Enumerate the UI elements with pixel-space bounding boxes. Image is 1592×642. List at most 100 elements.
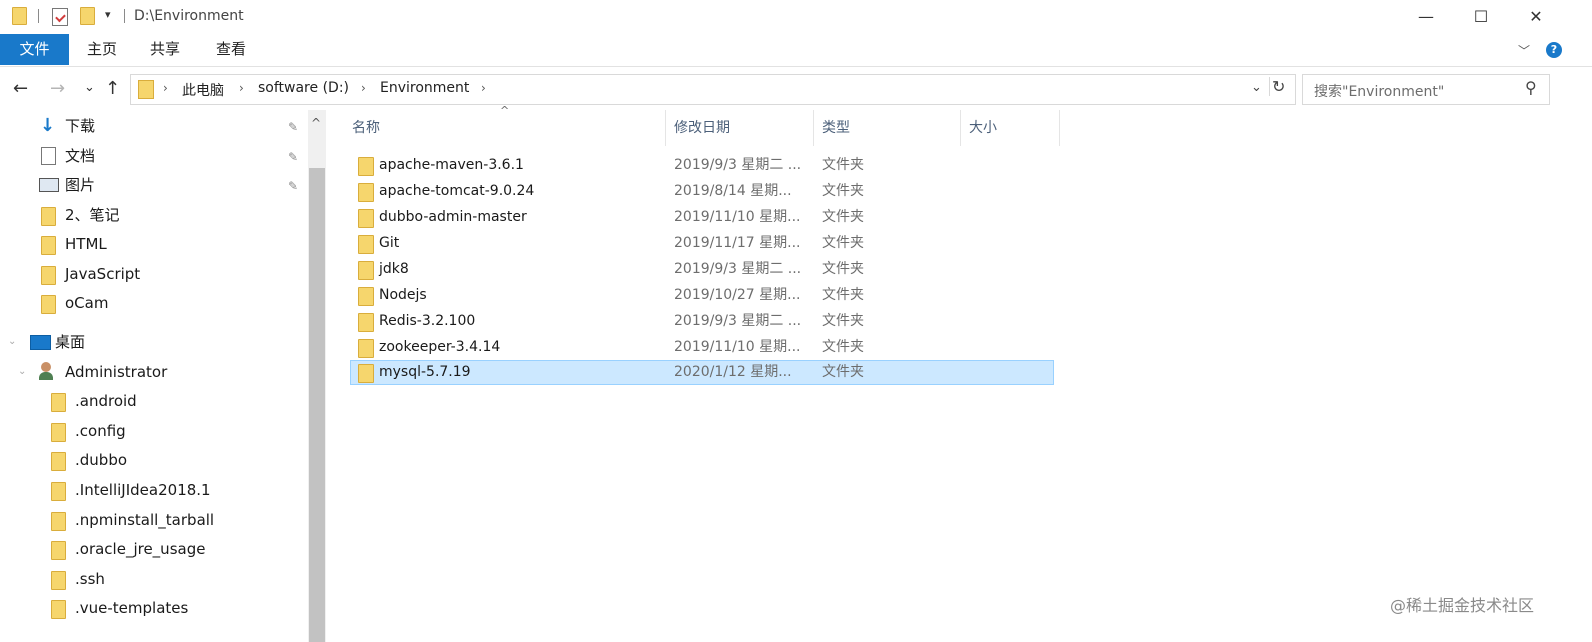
folder-icon: [358, 364, 374, 383]
breadcrumb-environment[interactable]: Environment: [380, 80, 469, 96]
file-name: dubbo-admin-master: [379, 209, 527, 225]
folder-icon: [358, 157, 374, 176]
column-divider[interactable]: [813, 110, 814, 146]
file-type: 文件夹: [822, 261, 864, 277]
column-header-size[interactable]: 大小: [969, 118, 997, 146]
nav-item-label: 图片: [65, 176, 96, 194]
folder-icon: [51, 512, 66, 531]
nav-item-label: .oracle_jre_usage: [75, 540, 206, 558]
new-folder-icon[interactable]: [80, 7, 95, 25]
breadcrumb-this-pc[interactable]: 此电脑: [182, 80, 224, 100]
file-date: 2020/1/12 星期...: [674, 364, 792, 380]
file-row-selected[interactable]: mysql-5.7.19 2020/1/12 星期... 文件夹: [350, 360, 1054, 385]
navigation-pane: ↓ 下载 ✎ 文档 ✎ 图片 ✎ 2、笔记 HTML JavaScript oC…: [0, 110, 308, 642]
user-icon: [41, 362, 51, 372]
breadcrumb-drive[interactable]: software (D:): [258, 80, 349, 96]
picture-icon: [39, 178, 59, 192]
file-date: 2019/9/3 星期二 ...: [674, 157, 802, 173]
file-row[interactable]: Redis-3.2.100 2019/9/3 星期二 ... 文件夹: [350, 309, 1054, 334]
file-name: zookeeper-3.4.14: [379, 339, 501, 355]
breadcrumb-separator[interactable]: ›: [163, 81, 168, 95]
tab-home[interactable]: 主页: [79, 34, 125, 65]
file-row[interactable]: apache-tomcat-9.0.24 2019/8/14 星期... 文件夹: [350, 179, 1054, 204]
file-row[interactable]: Git 2019/11/17 星期... 文件夹: [350, 231, 1054, 256]
file-row[interactable]: apache-maven-3.6.1 2019/9/3 星期二 ... 文件夹: [350, 153, 1054, 178]
folder-icon: [41, 266, 56, 285]
nav-item-label: .dubbo: [75, 451, 128, 469]
file-name: apache-tomcat-9.0.24: [379, 183, 535, 199]
nav-scrollbar-thumb[interactable]: [309, 168, 325, 642]
folder-icon: [358, 235, 374, 254]
breadcrumb-separator[interactable]: ›: [361, 81, 366, 95]
search-input[interactable]: 搜索"Environment" ⚲: [1302, 74, 1550, 105]
scroll-up-icon[interactable]: ^: [311, 116, 321, 130]
column-divider[interactable]: [960, 110, 961, 146]
back-button[interactable]: ←: [13, 78, 28, 99]
tab-file[interactable]: 文件: [0, 34, 69, 65]
nav-item-label: 下载: [65, 117, 96, 135]
nav-item-label: .config: [75, 422, 126, 440]
forward-button[interactable]: →: [50, 78, 65, 99]
search-icon[interactable]: ⚲: [1525, 78, 1537, 97]
folder-icon: [358, 313, 374, 332]
column-header-date[interactable]: 修改日期: [674, 118, 730, 146]
file-row[interactable]: jdk8 2019/9/3 星期二 ... 文件夹: [350, 257, 1054, 282]
help-icon[interactable]: ?: [1546, 42, 1562, 58]
refresh-icon[interactable]: ↻: [1269, 77, 1292, 96]
file-name: Nodejs: [379, 287, 427, 303]
file-row[interactable]: Nodejs 2019/10/27 星期... 文件夹: [350, 283, 1054, 308]
column-divider[interactable]: [665, 110, 666, 146]
nav-item-label: .ssh: [75, 570, 105, 588]
breadcrumb-separator[interactable]: ›: [239, 81, 244, 95]
customize-qat-icon[interactable]: ▾: [105, 8, 111, 21]
column-header-name[interactable]: 名称: [352, 118, 380, 146]
document-icon: [41, 147, 56, 165]
file-type: 文件夹: [822, 235, 864, 251]
file-type: 文件夹: [822, 287, 864, 303]
address-bar[interactable]: › 此电脑 › software (D:) › Environment › ⌄ …: [130, 74, 1296, 105]
file-type: 文件夹: [822, 183, 864, 199]
file-name: Redis-3.2.100: [379, 313, 476, 329]
pin-icon[interactable]: ✎: [288, 150, 298, 164]
nav-item-label: 桌面: [55, 333, 86, 351]
tab-view[interactable]: 查看: [208, 34, 254, 65]
folder-icon: [51, 600, 66, 619]
properties-icon[interactable]: [52, 8, 68, 26]
tab-share[interactable]: 共享: [142, 34, 188, 65]
nav-item-label: Administrator: [65, 363, 168, 381]
navigation-bar: ← → ⌄ ↑ › 此电脑 › software (D:) › Environm…: [0, 68, 1592, 110]
minimize-button[interactable]: —: [1398, 0, 1454, 32]
nav-item-label: 文档: [65, 147, 96, 165]
file-name: apache-maven-3.6.1: [379, 157, 524, 173]
nav-item-label: .android: [75, 392, 137, 410]
folder-icon[interactable]: [12, 7, 27, 25]
chevron-down-icon[interactable]: ﹀: [1518, 42, 1530, 59]
pin-icon[interactable]: ✎: [288, 120, 298, 134]
recent-locations-button[interactable]: ⌄: [84, 80, 95, 95]
folder-icon: [51, 423, 66, 442]
file-type: 文件夹: [822, 339, 864, 355]
up-button[interactable]: ↑: [105, 78, 120, 99]
file-date: 2019/8/14 星期...: [674, 183, 792, 199]
pin-icon[interactable]: ✎: [288, 179, 298, 193]
file-row[interactable]: dubbo-admin-master 2019/11/10 星期... 文件夹: [350, 205, 1054, 230]
folder-icon: [51, 571, 66, 590]
download-icon: ↓: [40, 115, 56, 136]
chevron-down-icon[interactable]: ⌄: [8, 336, 16, 347]
chevron-down-icon[interactable]: ⌄: [1251, 80, 1262, 95]
watermark-text: @稀土掘金技术社区: [1390, 596, 1535, 615]
file-row[interactable]: zookeeper-3.4.14 2019/11/10 星期... 文件夹: [350, 335, 1054, 360]
chevron-down-icon[interactable]: ⌄: [18, 366, 26, 377]
folder-icon: [41, 236, 56, 255]
breadcrumb-separator[interactable]: ›: [481, 81, 486, 95]
file-type: 文件夹: [822, 313, 864, 329]
file-type: 文件夹: [822, 364, 864, 380]
maximize-button[interactable]: ☐: [1453, 0, 1509, 32]
user-icon-body: [39, 372, 53, 380]
column-divider[interactable]: [1059, 110, 1060, 146]
column-header-type[interactable]: 类型: [822, 118, 850, 146]
file-date: 2019/11/10 星期...: [674, 209, 801, 225]
close-button[interactable]: ✕: [1508, 0, 1564, 32]
file-list: ^ 名称 修改日期 类型 大小 apache-maven-3.6.1 2019/…: [340, 104, 1592, 642]
folder-icon: [358, 287, 374, 306]
